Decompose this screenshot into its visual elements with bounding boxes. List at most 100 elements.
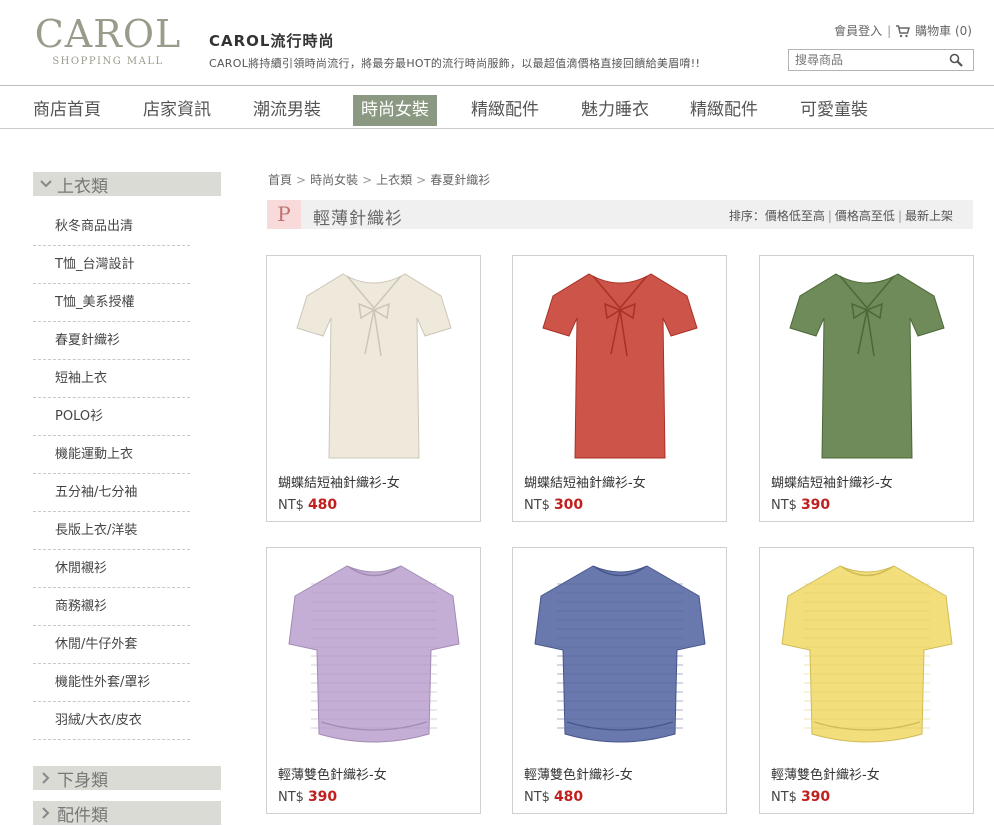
sidebar-item[interactable]: 秋冬商品出清 [33,208,190,246]
product-card[interactable]: 輕薄雙色針織衫-女 NT$ 390 [759,547,974,814]
sidebar-category-label: 配件類 [57,805,108,826]
product-image[interactable] [527,554,713,754]
sort-newest[interactable]: 最新上架 [905,209,953,223]
breadcrumb-tops[interactable]: 上衣類 [376,173,412,187]
nav-item-menswear[interactable]: 潮流男裝 [245,95,329,126]
sidebar-category-label: 上衣類 [57,176,108,197]
product-image[interactable] [774,262,960,462]
product-card[interactable]: 蝴蝶結短袖針織衫-女 NT$ 480 [266,255,481,522]
product-image[interactable] [774,554,960,754]
nav-item-womenswear[interactable]: 時尚女裝 [353,95,437,126]
product-price: NT$ 480 [278,497,337,513]
main-nav: 商店首頁 店家資訊 潮流男裝 時尚女裝 精緻配件 魅力睡衣 精緻配件 可愛童裝 [0,95,994,129]
sidebar-item[interactable]: 五分袖/七分袖 [33,474,190,512]
garment-body [534,565,706,743]
garment-body [781,565,953,743]
sidebar-item[interactable]: 商務襯衫 [33,588,190,626]
product-card[interactable]: 蝴蝶結短袖針織衫-女 NT$ 300 [512,255,727,522]
garment-illustration [789,273,945,459]
sort-separator: | [827,209,832,223]
price-value: 390 [800,789,831,805]
price-currency: NT$ [278,498,304,513]
breadcrumb-separator: > [416,173,427,187]
nav-item-store-info[interactable]: 店家資訊 [135,95,219,126]
nav-item-accessories[interactable]: 精緻配件 [463,95,547,126]
page-title: 輕薄針織衫 [313,209,403,229]
sidebar-item[interactable]: 機能性外套/罩衫 [33,664,190,702]
sidebar-item[interactable]: 機能運動上衣 [33,436,190,474]
search-input[interactable] [789,53,945,67]
top-links: 會員登入 | 購物車 (0) [834,22,972,39]
logo-text: CAROL [34,12,182,56]
chevron-right-icon [37,766,55,790]
nav-item-home[interactable]: 商店首頁 [25,95,109,126]
garment-illustration [534,565,706,743]
product-image[interactable] [281,554,467,754]
search-icon[interactable] [945,50,967,70]
category-title-bar: P 輕薄針織衫 排序：價格低至高 | 價格高至低 | 最新上架 [267,200,973,229]
sort-price-desc[interactable]: 價格高至低 [835,209,895,223]
breadcrumb-home[interactable]: 首頁 [268,173,292,187]
price-value: 390 [307,789,338,805]
sidebar-subcategory-list: 秋冬商品出清 T恤_台灣設計 T恤_美系授權 春夏針織衫 短袖上衣 POLO衫 … [33,208,190,740]
product-name[interactable]: 輕薄雙色針織衫-女 [278,764,387,783]
garment-body [288,565,460,743]
price-currency: NT$ [524,498,550,513]
breadcrumb-separator: > [362,173,373,187]
site-title: CAROL流行時尚 [209,32,335,50]
nav-item-kidswear[interactable]: 可愛童裝 [792,95,876,126]
sidebar-category-bottoms[interactable]: 下身類 [33,766,221,791]
sidebar-item[interactable]: 休閒/牛仔外套 [33,626,190,664]
price-value: 390 [800,497,831,513]
product-name[interactable]: 蝴蝶結短袖針織衫-女 [278,472,400,491]
logo[interactable]: CAROL SHOPPING MALL [33,14,183,67]
sort-price-asc[interactable]: 價格低至高 [765,209,825,223]
product-price: NT$ 390 [771,497,830,513]
logo-subtitle: SHOPPING MALL [52,56,164,67]
garment-illustration [781,565,953,743]
sidebar-item[interactable]: 羽絨/大衣/皮衣 [33,702,190,740]
product-card[interactable]: 輕薄雙色針織衫-女 NT$ 480 [512,547,727,814]
sidebar-item[interactable]: 春夏針織衫 [33,322,190,360]
sidebar-category-tops[interactable]: 上衣類 [33,172,221,197]
sidebar-item[interactable]: POLO衫 [33,398,190,436]
product-name[interactable]: 蝴蝶結短袖針織衫-女 [771,472,893,491]
chevron-down-icon [37,172,55,196]
product-card[interactable]: 蝴蝶結短袖針織衫-女 NT$ 390 [759,255,974,522]
cart-icon[interactable] [896,24,911,38]
product-name[interactable]: 蝴蝶結短袖針織衫-女 [524,472,646,491]
product-name[interactable]: 輕薄雙色針織衫-女 [771,764,880,783]
search-box [788,49,974,71]
category-badge: P [267,200,301,229]
site-description: CAROL將持續引領時尚流行，將最夯最HOT的流行時尚服飾，以最超值滴價格直接回… [209,57,701,70]
sidebar-item[interactable]: T恤_台灣設計 [33,246,190,284]
sidebar-category-accessories[interactable]: 配件類 [33,801,221,826]
product-name[interactable]: 輕薄雙色針織衫-女 [524,764,633,783]
sidebar-category-label: 下身類 [57,770,108,791]
product-image[interactable] [527,262,713,462]
breadcrumb-current: 春夏針織衫 [430,173,491,187]
chevron-right-icon [37,801,55,825]
sidebar-item[interactable]: T恤_美系授權 [33,284,190,322]
breadcrumb-separator: > [296,173,307,187]
nav-item-sleepwear[interactable]: 魅力睡衣 [573,95,657,126]
price-currency: NT$ [771,498,797,513]
product-price: NT$ 300 [524,497,583,513]
product-card[interactable]: 輕薄雙色針織衫-女 NT$ 390 [266,547,481,814]
sidebar-item[interactable]: 休閒襯衫 [33,550,190,588]
sidebar-item[interactable]: 長版上衣/洋裝 [33,512,190,550]
sidebar-item[interactable]: 短袖上衣 [33,360,190,398]
site-header: CAROL SHOPPING MALL CAROL流行時尚 CAROL將持續引領… [0,0,994,86]
garment-illustration [288,565,460,743]
nav-item-accessories-2[interactable]: 精緻配件 [682,95,766,126]
sort-options: 排序：價格低至高 | 價格高至低 | 最新上架 [729,207,953,224]
link-separator: | [887,23,892,38]
product-image[interactable] [281,262,467,462]
price-currency: NT$ [278,790,304,805]
cart-link[interactable]: 購物車 (0) [915,22,972,39]
price-value: 300 [553,497,584,513]
breadcrumb-womenswear[interactable]: 時尚女裝 [310,173,358,187]
member-login-link[interactable]: 會員登入 [834,22,882,39]
product-price: NT$ 480 [524,789,583,805]
garment-body [542,273,698,459]
